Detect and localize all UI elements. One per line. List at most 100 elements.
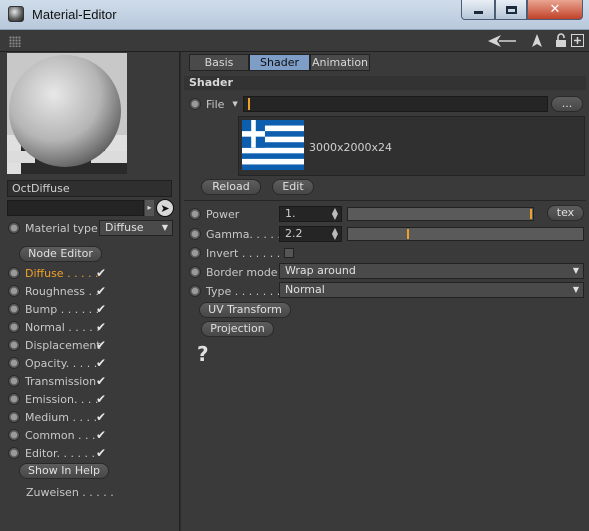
checkmark-icon[interactable]: ✔ [96, 374, 106, 388]
keyframe-dot-icon[interactable] [189, 98, 201, 110]
channel-row[interactable]: Common . . . ✔ [8, 427, 106, 443]
assign-row[interactable]: Zuweisen . . . . . [26, 484, 114, 500]
channel-row[interactable]: Diffuse . . . . . ✔ [8, 265, 106, 281]
keyframe-dot-icon[interactable] [8, 429, 20, 441]
expand-arrow-button[interactable]: ▸ [145, 200, 154, 216]
new-window-icon[interactable] [571, 34, 584, 47]
keyframe-dot-icon[interactable] [8, 321, 20, 333]
material-preview-sphere-image [7, 53, 127, 174]
power-slider[interactable] [347, 207, 534, 221]
checkmark-icon[interactable]: ✔ [96, 410, 106, 424]
spinner-arrows-icon[interactable]: ▲ ▼ [332, 227, 338, 241]
greek-flag-thumbnail-image [242, 120, 304, 170]
keyframe-dot-icon[interactable] [8, 303, 20, 315]
keyframe-dot-icon[interactable] [8, 357, 20, 369]
show-in-help-button[interactable]: Show In Help [19, 463, 109, 479]
material-type-row: Material type [8, 220, 98, 236]
keyframe-dot-icon[interactable] [8, 267, 20, 279]
file-path-input[interactable] [243, 96, 548, 112]
material-name-field[interactable]: OctDiffuse [7, 180, 172, 197]
power-input[interactable]: 1. ▲ ▼ [279, 206, 342, 222]
file-options-arrow-icon[interactable]: ▼ [232, 100, 237, 108]
uv-transform-button[interactable]: UV Transform [199, 302, 291, 318]
cinema4d-app-icon [8, 6, 24, 22]
tex-button[interactable]: tex [547, 205, 584, 221]
browse-file-button[interactable]: ... [551, 96, 583, 112]
material-preview[interactable] [7, 53, 127, 174]
assign-label: Zuweisen . . . . . [26, 485, 114, 499]
channel-row[interactable]: Emission. . . . ✔ [8, 391, 106, 407]
border-mode-dropdown[interactable]: Wrap around ▼ [279, 263, 584, 279]
file-label: File [206, 97, 225, 111]
gamma-slider-handle[interactable] [407, 229, 409, 239]
checkmark-icon[interactable]: ✔ [96, 338, 106, 352]
channel-row[interactable]: Normal . . . . . ✔ [8, 319, 106, 335]
keyframe-dot-icon[interactable] [8, 339, 20, 351]
channel-row[interactable]: Opacity. . . . . ✔ [8, 355, 106, 371]
invert-checkbox[interactable] [284, 248, 295, 258]
chevron-down-icon: ▼ [572, 285, 579, 294]
channel-row[interactable]: Editor. . . . . . ✔ [8, 445, 106, 461]
gamma-slider[interactable] [347, 227, 584, 241]
close-button[interactable]: ✕ [527, 0, 583, 20]
divider [184, 200, 586, 201]
texture-preview-area: 3000x2000x24 [238, 116, 585, 176]
keyframe-dot-icon[interactable] [8, 393, 20, 405]
checkmark-icon[interactable]: ✔ [96, 266, 106, 280]
keyframe-dot-icon[interactable] [8, 285, 20, 297]
grip-handle-icon[interactable] [9, 36, 21, 47]
back-arrow-icon[interactable] [487, 34, 517, 48]
channel-label: Opacity. . . . . [25, 356, 98, 370]
keyframe-dot-icon[interactable] [189, 247, 201, 259]
lock-icon[interactable] [555, 33, 567, 48]
channel-row[interactable]: Medium . . . . ✔ [8, 409, 106, 425]
maximize-button[interactable] [495, 0, 527, 20]
keyframe-dot-icon[interactable] [8, 447, 20, 459]
material-type-dropdown[interactable]: Diffuse ▼ [99, 220, 173, 236]
keyframe-dot-icon[interactable] [189, 285, 201, 297]
type-value: Normal [285, 283, 325, 296]
keyframe-dot-icon[interactable] [8, 411, 20, 423]
keyframe-dot-icon[interactable] [189, 228, 201, 240]
type-dropdown[interactable]: Normal ▼ [279, 282, 584, 298]
border-mode-label: Border mode [206, 265, 278, 279]
checkmark-icon[interactable]: ✔ [96, 320, 106, 334]
gamma-input[interactable]: 2.2 ▲ ▼ [279, 226, 342, 242]
keyframe-dot-icon[interactable] [8, 222, 20, 234]
gamma-label: Gamma. . . . . [206, 227, 281, 241]
help-question-icon[interactable]: ? [197, 342, 209, 366]
channel-label: Emission. . . . [25, 392, 99, 406]
material-search-field[interactable] [7, 200, 144, 216]
keyframe-dot-icon[interactable] [189, 208, 201, 220]
chevron-down-icon: ▼ [572, 266, 579, 275]
checkmark-icon[interactable]: ✔ [96, 446, 106, 460]
checkmark-icon[interactable]: ✔ [96, 392, 106, 406]
checkmark-icon[interactable]: ✔ [96, 428, 106, 442]
tab-basis[interactable]: Basis [189, 54, 249, 71]
channel-row[interactable]: Displacement ✔ [8, 337, 106, 353]
checkmark-icon[interactable]: ✔ [96, 356, 106, 370]
gamma-value: 2.2 [285, 227, 303, 240]
reload-button[interactable]: Reload [201, 179, 261, 195]
projection-button[interactable]: Projection [201, 321, 274, 337]
channel-row[interactable]: Bump . . . . . . ✔ [8, 301, 106, 317]
text-cursor [248, 98, 250, 110]
minimize-button[interactable] [461, 0, 495, 20]
keyframe-dot-icon[interactable] [189, 266, 201, 278]
spinner-arrows-icon[interactable]: ▲ ▼ [332, 207, 338, 221]
checkmark-icon[interactable]: ✔ [96, 284, 106, 298]
tab-animation[interactable]: Animation [310, 54, 370, 71]
channel-row[interactable]: Transmission ✔ [8, 373, 106, 389]
power-slider-handle[interactable] [530, 209, 532, 219]
gamma-row: Gamma. . . . . [189, 226, 281, 242]
picker-cursor-icon[interactable]: ➤ [156, 199, 174, 217]
pointer-icon[interactable] [531, 33, 543, 48]
node-editor-button[interactable]: Node Editor [19, 246, 102, 262]
border-mode-row: Border mode [189, 264, 278, 280]
invert-row: Invert . . . . . . [189, 245, 295, 261]
edit-button[interactable]: Edit [272, 179, 314, 195]
channel-row[interactable]: Roughness . . ✔ [8, 283, 106, 299]
keyframe-dot-icon[interactable] [8, 375, 20, 387]
checkmark-icon[interactable]: ✔ [96, 302, 106, 316]
tab-shader[interactable]: Shader [249, 54, 310, 71]
